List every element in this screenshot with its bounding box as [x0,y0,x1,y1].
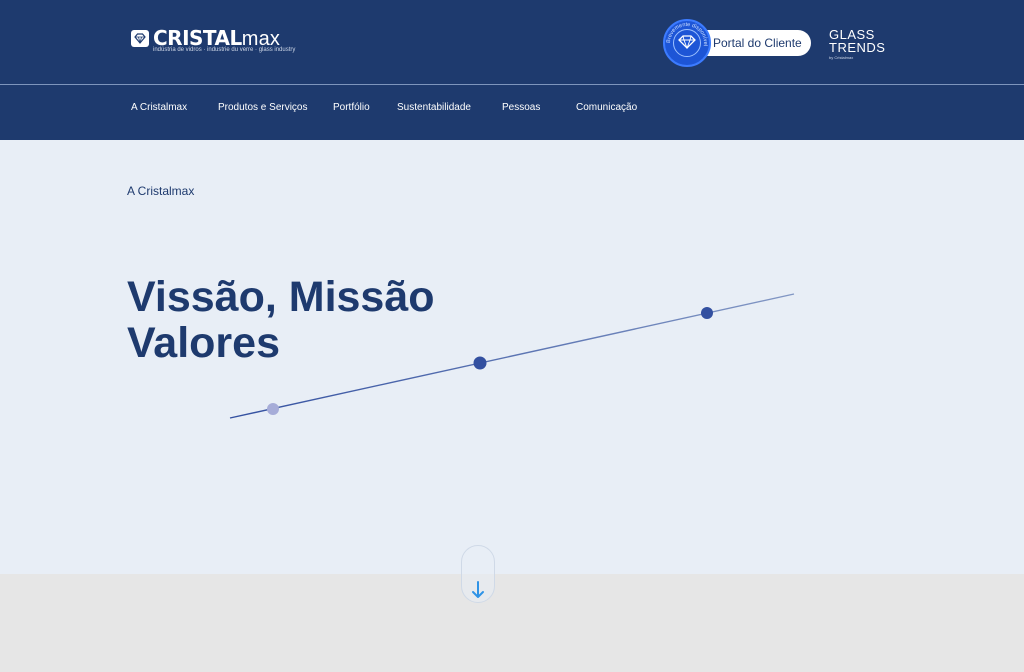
decorative-line-graphic [229,293,795,419]
arrow-down-icon [472,581,484,598]
scroll-down-button[interactable] [461,545,495,603]
next-section [0,574,1024,672]
decorative-dot-2 [473,356,487,370]
decorative-dot-1 [267,403,279,415]
decorative-dot-3 [701,307,713,319]
